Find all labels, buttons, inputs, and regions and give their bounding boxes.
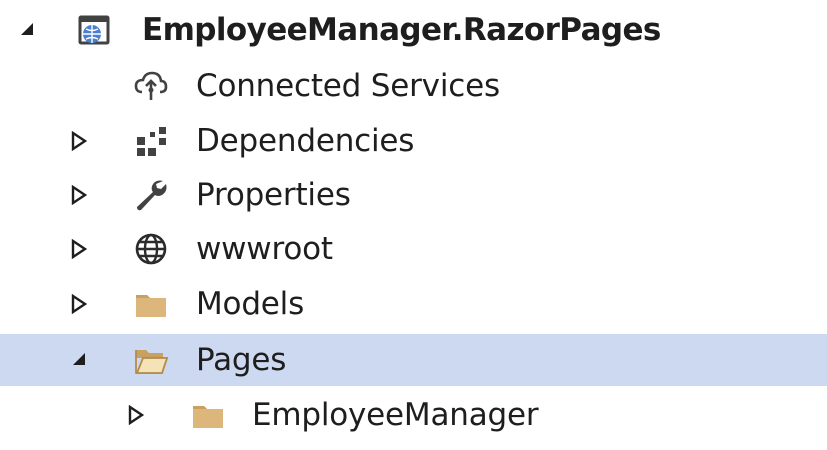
folder-open-icon [133, 342, 169, 378]
collapsed-arrow-icon[interactable] [125, 389, 147, 441]
collapsed-arrow-icon[interactable] [68, 278, 90, 330]
connected-services-icon [133, 68, 169, 104]
collapsed-arrow-icon[interactable] [68, 169, 90, 221]
folder-icon [190, 397, 226, 433]
tree-node-connected-services[interactable]: Connected Services [0, 60, 827, 112]
tree-node-label: EmployeeManager [252, 397, 539, 433]
tree-node-pages[interactable]: Pages [0, 334, 827, 386]
solution-explorer-tree: EmployeeManager.RazorPages Connected Ser… [0, 0, 827, 450]
tree-node-dependencies[interactable]: Dependencies [0, 115, 827, 167]
tree-node-label: Pages [196, 342, 287, 378]
expanded-arrow-icon[interactable] [16, 4, 38, 56]
wrench-icon [133, 177, 169, 213]
tree-node-wwwroot[interactable]: wwwroot [0, 223, 827, 275]
tree-node-label: wwwroot [196, 231, 333, 267]
tree-node-properties[interactable]: Properties [0, 169, 827, 221]
globe-icon [133, 231, 169, 267]
project-label: EmployeeManager.RazorPages [142, 12, 661, 48]
expanded-arrow-icon[interactable] [68, 334, 90, 386]
web-project-icon [76, 12, 112, 48]
tree-node-label: Dependencies [196, 123, 415, 159]
tree-node-label: Models [196, 286, 305, 322]
dependencies-icon [133, 123, 169, 159]
tree-node-label: Properties [196, 177, 351, 213]
collapsed-arrow-icon[interactable] [68, 115, 90, 167]
folder-icon [133, 286, 169, 322]
tree-node-project[interactable]: EmployeeManager.RazorPages [0, 4, 827, 56]
tree-node-label: Connected Services [196, 68, 500, 104]
tree-node-models[interactable]: Models [0, 278, 827, 330]
tree-node-employeemanager[interactable]: EmployeeManager [0, 389, 827, 441]
collapsed-arrow-icon[interactable] [68, 223, 90, 275]
